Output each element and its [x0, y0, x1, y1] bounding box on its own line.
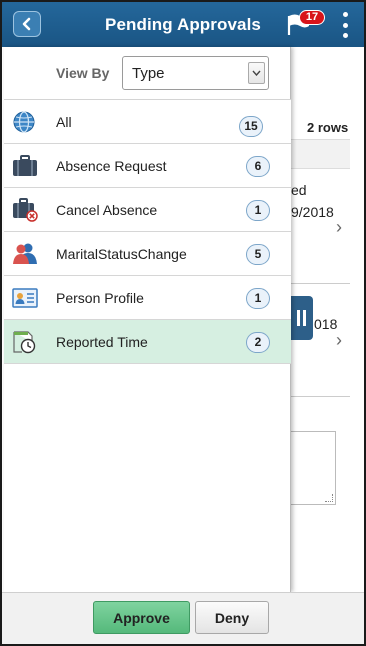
view-by-select[interactable]: Type [122, 56, 269, 90]
item-label: Cancel Absence [56, 202, 158, 218]
count-badge: 6 [246, 156, 270, 177]
item-label: All [56, 114, 72, 130]
chevron-down-icon[interactable] [248, 62, 265, 84]
resize-grip-icon [325, 494, 333, 502]
item-label: Person Profile [56, 290, 144, 306]
row-text: 018 [314, 316, 338, 332]
pause-bar-icon [302, 310, 306, 326]
count-badge: 15 [239, 116, 263, 137]
globe-icon [13, 111, 35, 133]
row-text: ed [291, 182, 307, 198]
divider [290, 283, 350, 284]
kebab-dot-icon [342, 12, 348, 17]
count-badge: 1 [246, 200, 270, 221]
item-label: Absence Request [56, 158, 167, 174]
app-frame: Pending Approvals 17 2 rows ed 9/2018 › … [0, 0, 366, 646]
view-by-value: Type [132, 65, 165, 82]
view-by-label: View By [56, 65, 110, 81]
list-item-cancel-absence[interactable]: Cancel Absence 1 [4, 188, 291, 232]
timesheet-clock-icon [13, 331, 36, 354]
people-icon [13, 243, 37, 264]
count-badge: 1 [246, 288, 270, 309]
list-item-marital-status-change[interactable]: MaritalStatusChange 5 [4, 232, 291, 276]
pause-button[interactable] [289, 296, 313, 340]
briefcase-icon [13, 155, 37, 176]
list-item-reported-time[interactable]: Reported Time 2 [4, 320, 291, 364]
list-header-band [290, 139, 350, 169]
id-card-icon [12, 288, 38, 308]
kebab-dot-icon [342, 33, 348, 38]
header-bar: Pending Approvals 17 [2, 2, 364, 47]
pause-bar-icon [296, 310, 300, 326]
chevron-right-icon[interactable]: › [336, 330, 342, 351]
type-list: All 15 Absence Request 6 Cancel Absence … [4, 100, 291, 364]
comment-textarea[interactable] [290, 431, 336, 505]
count-badge: 2 [246, 332, 270, 353]
view-by-row: View By Type [4, 47, 291, 100]
view-by-panel: View By Type All 15 Absence Request 6 Ca… [4, 47, 291, 592]
more-menu-button[interactable] [340, 12, 350, 38]
rows-count: 2 rows [307, 120, 349, 135]
list-item-all[interactable]: All 15 [4, 100, 291, 144]
approve-button[interactable]: Approve [93, 601, 190, 634]
row-text: 9/2018 [291, 204, 334, 220]
list-item-person-profile[interactable]: Person Profile 1 [4, 276, 291, 320]
item-label: MaritalStatusChange [56, 246, 187, 262]
divider [290, 396, 350, 397]
list-item-absence-request[interactable]: Absence Request 6 [4, 144, 291, 188]
kebab-dot-icon [342, 22, 348, 28]
notification-badge: 17 [299, 10, 325, 25]
item-label: Reported Time [56, 334, 148, 350]
chevron-right-icon[interactable]: › [336, 217, 342, 238]
briefcase-cancel-icon [13, 198, 38, 222]
action-footer: Approve Deny [2, 592, 364, 644]
count-badge: 5 [246, 244, 270, 265]
deny-button[interactable]: Deny [195, 601, 269, 634]
